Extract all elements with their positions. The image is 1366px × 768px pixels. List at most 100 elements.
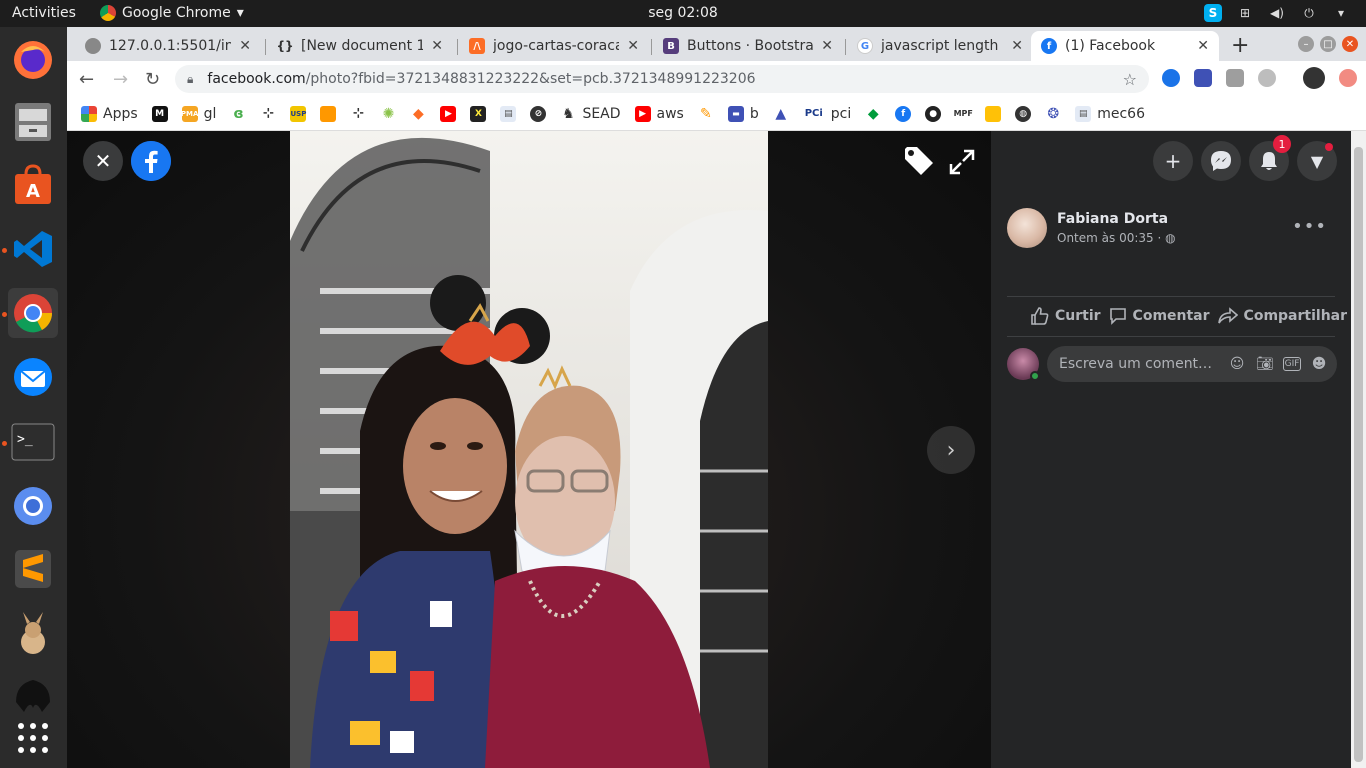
extension-icon[interactable] bbox=[1226, 69, 1244, 87]
facebook-logo[interactable] bbox=[131, 141, 171, 181]
scrollbar-thumb[interactable] bbox=[1354, 147, 1363, 762]
author-name[interactable]: Fabiana Dorta bbox=[1057, 211, 1176, 227]
bookmark-gl[interactable]: PMA gl bbox=[181, 105, 216, 122]
settings-icon: ❂ bbox=[1045, 105, 1062, 122]
bookmark[interactable]: ❂ bbox=[1045, 105, 1062, 122]
emoji-icon[interactable]: ☺ bbox=[1227, 356, 1247, 372]
browser-tab[interactable]: G javascript length o ✕ bbox=[847, 31, 1033, 61]
camera-icon[interactable]: 📷︎ bbox=[1255, 356, 1275, 372]
browser-tab[interactable]: /\ jogo-cartas-coraca ✕ bbox=[459, 31, 649, 61]
bookmark[interactable]: ⊹ bbox=[350, 105, 367, 122]
volume-icon[interactable]: ◀) bbox=[1268, 4, 1286, 22]
files-icon[interactable] bbox=[8, 97, 58, 147]
bookmark[interactable]: ● bbox=[925, 105, 942, 122]
usp-icon: USP bbox=[290, 105, 307, 122]
close-icon[interactable]: ✕ bbox=[431, 38, 443, 54]
bookmark[interactable]: USP bbox=[290, 105, 307, 122]
forward-button[interactable]: → bbox=[113, 69, 128, 90]
post-timestamp[interactable]: Ontem às 00:35 · bbox=[1057, 231, 1161, 245]
browser-tab-active[interactable]: f (1) Facebook ✕ bbox=[1031, 31, 1219, 61]
browser-tab[interactable]: B Buttons · Bootstra ✕ bbox=[653, 31, 843, 61]
close-viewer-button[interactable]: ✕ bbox=[83, 141, 123, 181]
tag-icon[interactable] bbox=[903, 145, 935, 181]
bookmark[interactable]: X bbox=[470, 105, 487, 122]
close-icon[interactable]: ✕ bbox=[627, 38, 639, 54]
gif-icon[interactable]: GIF bbox=[1283, 357, 1301, 371]
bookmark[interactable]: ⊹ bbox=[260, 105, 277, 122]
skype-icon[interactable]: S bbox=[1204, 4, 1222, 22]
bookmark[interactable] bbox=[985, 105, 1002, 122]
chromium-icon[interactable] bbox=[8, 481, 58, 531]
bookmark[interactable]: ◍ bbox=[1015, 105, 1032, 122]
tab-separator bbox=[457, 39, 458, 55]
bookmark-mec66[interactable]: ▤ mec66 bbox=[1075, 105, 1145, 122]
profile-avatar[interactable] bbox=[1303, 67, 1325, 89]
bookmark[interactable]: ✺ bbox=[380, 105, 397, 122]
bookmark[interactable]: ▲ bbox=[772, 105, 789, 122]
bookmark[interactable]: ▶ bbox=[440, 105, 457, 122]
firefox-icon[interactable] bbox=[8, 35, 58, 85]
comment-input[interactable]: Escreva um coment… ☺ 📷︎ GIF ☻ bbox=[1047, 346, 1337, 382]
bookmark[interactable]: MPF bbox=[954, 105, 973, 122]
back-button[interactable]: ← bbox=[79, 69, 94, 90]
bookmark-star-icon[interactable]: ☆ bbox=[1123, 70, 1137, 89]
bookmark-aws[interactable]: ▶ aws bbox=[634, 105, 684, 122]
messenger-button[interactable] bbox=[1201, 141, 1241, 181]
page-scrollbar[interactable] bbox=[1351, 131, 1366, 768]
like-button[interactable]: Curtir bbox=[1027, 299, 1105, 333]
close-icon[interactable]: ✕ bbox=[1011, 38, 1023, 54]
bookmark-sead[interactable]: ♞ SEAD bbox=[560, 105, 621, 122]
close-icon[interactable]: ✕ bbox=[821, 38, 833, 54]
bookmark[interactable]: ɞ bbox=[230, 105, 247, 122]
bookmark[interactable]: ⊘ bbox=[530, 105, 547, 122]
maximize-button[interactable]: □ bbox=[1320, 36, 1336, 52]
create-button[interactable]: + bbox=[1153, 141, 1193, 181]
close-icon[interactable]: ✕ bbox=[1197, 38, 1209, 54]
chevron-down-icon[interactable]: ▾ bbox=[1332, 4, 1350, 22]
more-options-button[interactable]: ••• bbox=[1292, 216, 1327, 237]
chrome-icon[interactable] bbox=[8, 288, 58, 338]
clock[interactable]: seg 02:08 bbox=[0, 5, 1366, 21]
bookmark[interactable]: ▤ bbox=[500, 105, 517, 122]
sticker-icon[interactable]: ☻ bbox=[1309, 356, 1329, 372]
bookmark[interactable]: ✎ bbox=[697, 105, 714, 122]
browser-tab[interactable]: 127.0.0.1:5501/ind ✕ bbox=[75, 31, 261, 61]
browser-tab[interactable]: {} [New document 1] ✕ bbox=[267, 31, 453, 61]
emule-icon[interactable] bbox=[8, 609, 58, 659]
bookmark-pci[interactable]: PCi pci bbox=[802, 105, 851, 122]
software-center-icon[interactable]: A bbox=[8, 160, 58, 210]
extension-icon[interactable] bbox=[1162, 69, 1180, 87]
bookmark[interactable]: ◆ bbox=[410, 105, 427, 122]
author-avatar[interactable] bbox=[1007, 208, 1047, 248]
bookmark-medium[interactable]: M bbox=[151, 105, 168, 122]
sublime-text-icon[interactable] bbox=[8, 544, 58, 594]
network-icon[interactable]: ⊞ bbox=[1236, 4, 1254, 22]
bookmark[interactable] bbox=[320, 105, 337, 122]
show-apps-icon[interactable] bbox=[8, 713, 58, 763]
current-user-avatar[interactable] bbox=[1007, 348, 1040, 381]
account-menu-button[interactable]: ▼ bbox=[1297, 141, 1337, 181]
reload-button[interactable]: ↻ bbox=[145, 69, 160, 90]
minimize-button[interactable]: – bbox=[1298, 36, 1314, 52]
power-icon[interactable]: ⏻ bbox=[1300, 4, 1318, 22]
terminal-icon[interactable]: >_ bbox=[8, 417, 58, 467]
notifications-button[interactable]: 1 bbox=[1249, 135, 1291, 181]
bookmark-apps[interactable]: Apps bbox=[81, 105, 138, 122]
address-bar[interactable]: 🔒︎ facebook.com /photo?fbid=372134883122… bbox=[175, 65, 1149, 93]
bookmark[interactable]: f bbox=[895, 105, 912, 122]
close-icon[interactable]: ✕ bbox=[239, 38, 251, 54]
update-icon[interactable] bbox=[1339, 69, 1357, 87]
new-tab-button[interactable]: + bbox=[1231, 33, 1249, 58]
bookmark[interactable]: ◆ bbox=[865, 105, 882, 122]
comment-button[interactable]: Comentar bbox=[1105, 299, 1214, 333]
extension-icon[interactable] bbox=[1258, 69, 1276, 87]
fullscreen-icon[interactable] bbox=[949, 149, 975, 179]
extension-icon[interactable] bbox=[1194, 69, 1212, 87]
next-photo-button[interactable]: › bbox=[927, 426, 975, 474]
share-button[interactable]: Compartilhar bbox=[1214, 299, 1351, 333]
vscode-icon[interactable] bbox=[8, 224, 58, 274]
close-window-button[interactable]: ✕ bbox=[1342, 36, 1358, 52]
thunderbird-icon[interactable] bbox=[8, 352, 58, 402]
bookmark-b[interactable]: ▬ b bbox=[727, 105, 759, 122]
medium-icon: M bbox=[151, 105, 168, 122]
